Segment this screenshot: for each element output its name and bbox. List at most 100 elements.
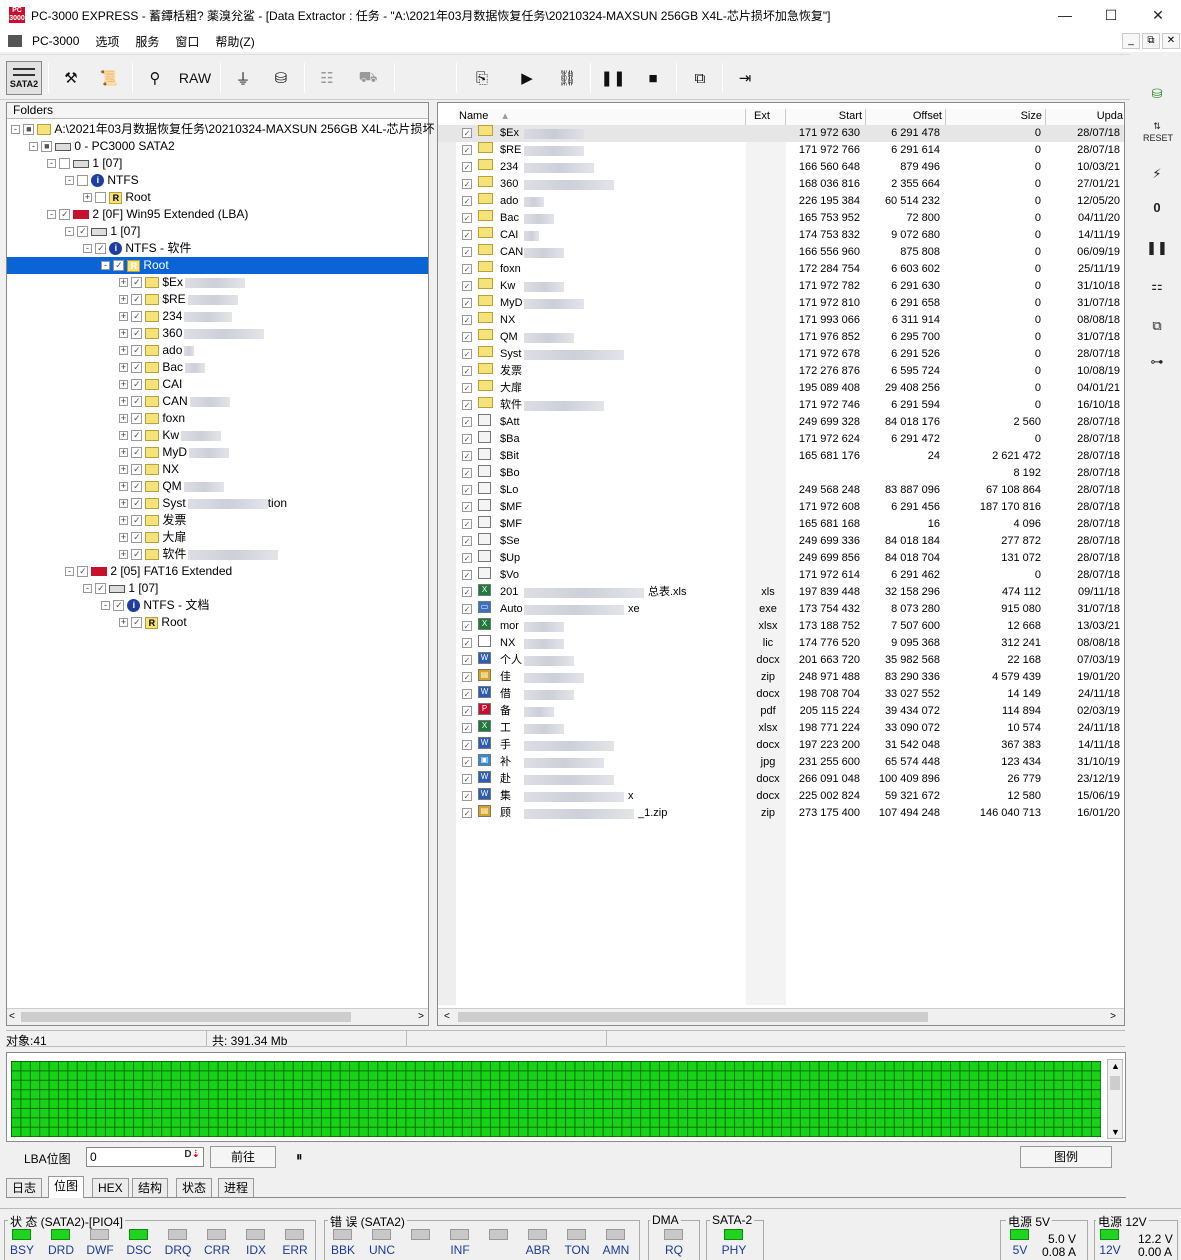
tree-checkbox[interactable]: ✓ bbox=[131, 464, 143, 476]
tab-log[interactable]: 日志 bbox=[6, 1178, 43, 1197]
tree-node[interactable]: + ✓ CAN bbox=[7, 393, 230, 410]
file-row[interactable]: ✓ $MF 171 972 608 6 291 456 187 170 816 28/07… bbox=[438, 499, 1124, 516]
file-row[interactable]: ✓ X 201 总表.xls xls 197 839 448 32 158 296 474 1… bbox=[438, 584, 1124, 601]
tab-structure[interactable]: 结构 bbox=[132, 1178, 169, 1197]
tree-checkbox[interactable]: ✓ bbox=[131, 430, 143, 442]
file-row[interactable]: ✓ $Lo 249 568 248 83 887 096 67 108 864 28/07… bbox=[438, 482, 1124, 499]
tree-checkbox[interactable] bbox=[77, 175, 89, 187]
bitmap-vertical-scrollbar[interactable]: ▲ ▼ bbox=[1107, 1059, 1123, 1139]
file-row[interactable]: ✓ $RE 171 972 766 6 291 614 0 28/07/18 bbox=[438, 142, 1124, 159]
file-row[interactable]: ✓ NX lic 174 776 520 9 095 368 312 241 08/08/1… bbox=[438, 635, 1124, 652]
file-checkbox[interactable]: ✓ bbox=[462, 230, 472, 240]
copy-button[interactable]: ⧉ bbox=[684, 61, 716, 95]
file-checkbox[interactable]: ✓ bbox=[462, 706, 472, 716]
expand-toggle-icon[interactable]: + bbox=[119, 346, 128, 356]
search-button[interactable]: ⚲ bbox=[140, 61, 170, 95]
file-checkbox[interactable]: ✓ bbox=[462, 366, 472, 376]
tree-node[interactable]: - ✓ 2 [05] FAT16 Extended bbox=[7, 563, 232, 580]
tree-button[interactable]: ☷ bbox=[312, 61, 342, 95]
expand-toggle-icon[interactable]: + bbox=[119, 482, 128, 492]
expand-toggle-icon[interactable]: + bbox=[119, 550, 128, 560]
expand-toggle-icon[interactable]: - bbox=[65, 176, 74, 186]
file-checkbox[interactable]: ✓ bbox=[462, 570, 472, 580]
tree-checkbox[interactable]: ✓ bbox=[131, 294, 143, 306]
file-checkbox[interactable]: ✓ bbox=[462, 689, 472, 699]
maximize-button[interactable]: ☐ bbox=[1088, 0, 1134, 30]
tree-node[interactable]: + R Root bbox=[7, 189, 151, 206]
column-name[interactable]: Name ▴ bbox=[456, 109, 746, 125]
file-checkbox[interactable]: ✓ bbox=[462, 621, 472, 631]
file-checkbox[interactable]: ✓ bbox=[462, 434, 472, 444]
file-row[interactable]: ✓ ▤ 顾 _1.zip zip 273 175 400 107 494 248 146 04… bbox=[438, 805, 1124, 822]
file-row[interactable]: ✓ CAN 166 556 960 875 808 0 06/09/19 bbox=[438, 244, 1124, 261]
tree-node[interactable]: + ✓ 大扉 bbox=[7, 529, 186, 546]
tree-node[interactable]: - 1 [07] bbox=[7, 155, 122, 172]
file-checkbox[interactable]: ✓ bbox=[462, 349, 472, 359]
expand-toggle-icon[interactable]: - bbox=[101, 601, 110, 611]
file-checkbox[interactable]: ✓ bbox=[462, 400, 472, 410]
expand-toggle-icon[interactable]: - bbox=[11, 125, 20, 135]
tree-node[interactable]: + ✓ QM bbox=[7, 478, 224, 495]
expand-toggle-icon[interactable]: - bbox=[65, 567, 74, 577]
file-checkbox[interactable]: ✓ bbox=[462, 587, 472, 597]
menu-service[interactable]: 服务 bbox=[127, 33, 167, 50]
file-row[interactable]: ✓ CAI 174 753 832 9 072 680 0 14/11/19 bbox=[438, 227, 1124, 244]
tree-node[interactable]: + ✓ CAI bbox=[7, 376, 182, 393]
expand-toggle-icon[interactable]: + bbox=[119, 414, 128, 424]
side-map-button[interactable]: ⚏ bbox=[1143, 272, 1171, 300]
split-button[interactable]: ⏚ bbox=[228, 61, 258, 95]
tree-checkbox[interactable]: ✓ bbox=[131, 328, 143, 340]
file-row[interactable]: ✓ W 手 docx 197 223 200 31 542 048 367 383 14/11… bbox=[438, 737, 1124, 754]
side-copy-button[interactable]: ⧉ bbox=[1143, 312, 1171, 340]
raw-button[interactable]: RAW bbox=[176, 61, 214, 95]
file-checkbox[interactable]: ✓ bbox=[462, 298, 472, 308]
network-button[interactable]: ⛓ bbox=[550, 61, 584, 95]
file-checkbox[interactable]: ✓ bbox=[462, 672, 472, 682]
tree-node[interactable]: + ✓ foxn bbox=[7, 410, 185, 427]
column-start[interactable]: Start bbox=[786, 109, 866, 125]
tree-node[interactable]: - ■ A:\2021年03月数据恢复任务\20210324-MAXSUN 256… bbox=[7, 121, 435, 138]
lba-spin-icon[interactable]: D⇣ bbox=[184, 1149, 200, 1160]
file-checkbox[interactable]: ✓ bbox=[462, 468, 472, 478]
expand-toggle-icon[interactable]: - bbox=[101, 261, 110, 271]
tree-node[interactable]: + ✓ ado bbox=[7, 342, 195, 359]
file-checkbox[interactable]: ✓ bbox=[462, 196, 472, 206]
file-checkbox[interactable]: ✓ bbox=[462, 417, 472, 427]
file-row[interactable]: ✓ 软件 171 972 746 6 291 594 0 16/10/18 bbox=[438, 397, 1124, 414]
file-checkbox[interactable]: ✓ bbox=[462, 740, 472, 750]
tree-node[interactable]: - ✓ R Root bbox=[7, 257, 428, 274]
file-checkbox[interactable]: ✓ bbox=[462, 502, 472, 512]
expand-toggle-icon[interactable]: + bbox=[119, 465, 128, 475]
file-checkbox[interactable]: ✓ bbox=[462, 774, 472, 784]
folders-horizontal-scrollbar[interactable]: < > bbox=[7, 1008, 428, 1025]
signal-button[interactable]: ⚡ bbox=[1143, 160, 1171, 188]
file-checkbox[interactable]: ✓ bbox=[462, 162, 472, 172]
tree-checkbox[interactable]: ✓ bbox=[131, 311, 143, 323]
file-row[interactable]: ✓ P 备 pdf 205 115 224 39 434 072 114 894 02/03/… bbox=[438, 703, 1124, 720]
tree-checkbox[interactable]: ✓ bbox=[131, 532, 143, 544]
expand-toggle-icon[interactable]: + bbox=[119, 431, 128, 441]
file-row[interactable]: ✓ $Bit 165 681 176 24 2 621 472 28/07/18 bbox=[438, 448, 1124, 465]
file-row[interactable]: ✓ W 借 docx 198 708 704 33 027 552 14 149 24/11/… bbox=[438, 686, 1124, 703]
tree-checkbox[interactable]: ✓ bbox=[131, 362, 143, 374]
start-button[interactable]: ▶ bbox=[512, 61, 542, 95]
tree-node[interactable]: - ■ 0 - PC3000 SATA2 bbox=[7, 138, 175, 155]
goto-button[interactable]: 前往 bbox=[210, 1146, 276, 1168]
file-checkbox[interactable]: ✓ bbox=[462, 791, 472, 801]
file-checkbox[interactable]: ✓ bbox=[462, 179, 472, 189]
tree-node[interactable]: - ✓ 1 [07] bbox=[7, 580, 158, 597]
expand-toggle-icon[interactable]: - bbox=[47, 210, 56, 220]
menu-window[interactable]: 窗口 bbox=[167, 33, 207, 50]
tree-node[interactable]: + ✓ 234 bbox=[7, 308, 233, 325]
expand-toggle-icon[interactable]: + bbox=[119, 397, 128, 407]
expand-toggle-icon[interactable]: + bbox=[119, 278, 128, 288]
tree-checkbox[interactable]: ✓ bbox=[131, 617, 143, 629]
tree-node[interactable]: + ✓ Syst tion bbox=[7, 495, 287, 512]
file-checkbox[interactable]: ✓ bbox=[462, 604, 472, 614]
save-task-button[interactable]: ⎘ bbox=[466, 61, 498, 95]
tree-node[interactable]: + ✓ R Root bbox=[7, 614, 187, 631]
tree-checkbox[interactable]: ✓ bbox=[113, 260, 125, 272]
file-checkbox[interactable]: ✓ bbox=[462, 808, 472, 818]
file-checkbox[interactable]: ✓ bbox=[462, 723, 472, 733]
exit-button[interactable]: ⇥ bbox=[730, 61, 760, 95]
